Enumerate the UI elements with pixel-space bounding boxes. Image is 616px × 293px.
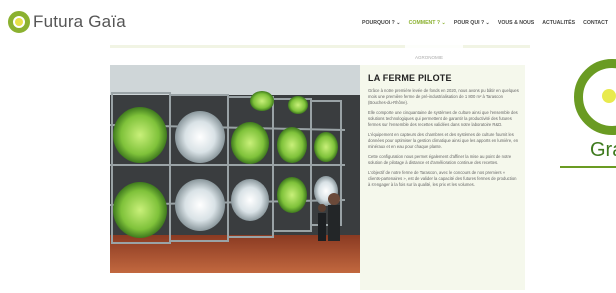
main-nav: POURQUOI ? ⌄ COMMENT ? ⌄ POUR QUI ? ⌄ VO… <box>362 20 608 26</box>
brand-name: Futura Gaïa <box>33 12 126 31</box>
nav-vous-et-nous[interactable]: VOUS & NOUS <box>498 20 534 26</box>
nav-contact[interactable]: CONTACT <box>583 20 608 26</box>
article-paragraph: Grâce à notre première levée de fonds en… <box>368 88 519 105</box>
partner-logo-dot-icon <box>602 89 616 103</box>
futura-gaia-logo-icon <box>8 11 30 33</box>
article-paragraph: L'équipement en capteurs des chambres et… <box>368 132 519 149</box>
article-card: LA FERME PILOTE Grâce à notre première l… <box>360 65 525 290</box>
article-paragraph: Cette configuration nous permet égalemen… <box>368 154 512 165</box>
article-paragraph: Elle comporte une cinquantaine de systèm… <box>368 110 518 127</box>
nav-actualites[interactable]: ACTUALITÉS <box>542 20 575 26</box>
partner-logo[interactable]: Gra <box>560 55 616 170</box>
partner-logo-underline <box>560 166 616 168</box>
nav-pour-qui[interactable]: POUR QUI ? ⌄ <box>454 20 490 26</box>
article-paragraph: L'objectif de notre ferme de Tarascon, a… <box>368 170 517 187</box>
header-divider <box>110 45 530 48</box>
pilot-farm-photo <box>110 65 360 273</box>
site-header: Futura Gaïa POURQUOI ? ⌄ COMMENT ? ⌄ POU… <box>0 0 616 46</box>
dropdown-item-agronomie[interactable]: AGRONOMIE <box>415 55 443 60</box>
growing-systems-image <box>110 65 360 273</box>
brand-logo[interactable]: Futura Gaïa <box>8 11 126 33</box>
nav-comment[interactable]: COMMENT ? ⌄ <box>409 20 446 26</box>
partner-logo-text: Gra <box>590 139 616 161</box>
nav-pourquoi[interactable]: POURQUOI ? ⌄ <box>362 20 401 26</box>
article-title: LA FERME PILOTE <box>368 73 452 83</box>
